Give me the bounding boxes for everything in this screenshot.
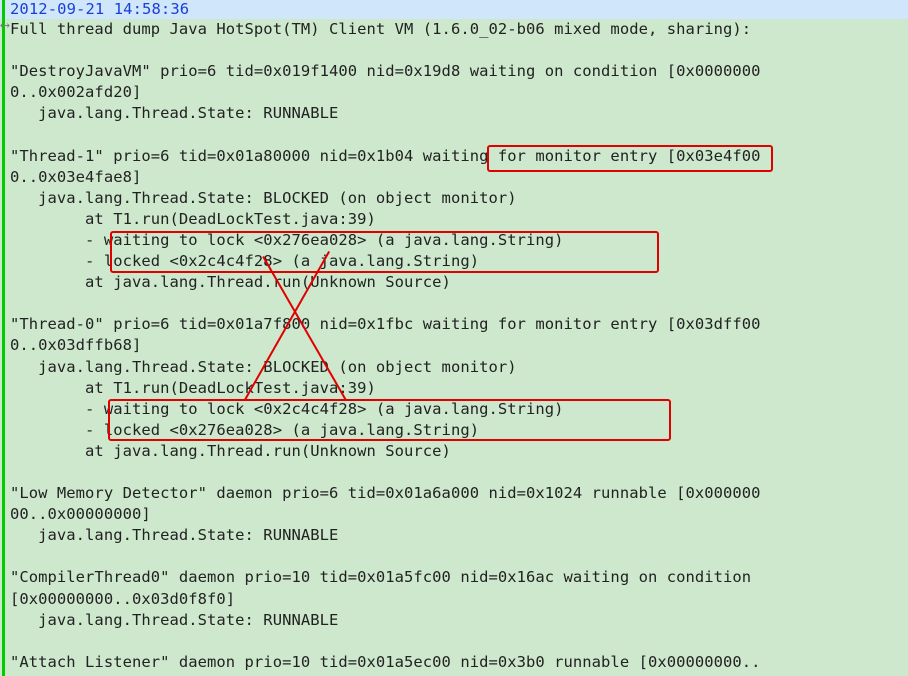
dump-line: java.lang.Thread.State: RUNNABLE — [10, 610, 339, 629]
dump-line: java.lang.Thread.State: BLOCKED (on obje… — [10, 357, 517, 376]
dump-line: 0..0x03dffb68] — [10, 336, 142, 355]
dump-line: java.lang.Thread.State: RUNNABLE — [10, 526, 339, 545]
dump-line: - locked <0x276ea028> (a java.lang.Strin… — [10, 420, 480, 439]
dump-line: 0..0x002afd20] — [10, 83, 142, 102]
dump-line: 00..0x00000000] — [10, 505, 151, 524]
dump-line — [10, 631, 908, 652]
dump-line — [10, 462, 908, 483]
caret-marker-icon: ⟷ — [1, 18, 9, 33]
dump-line: "Thread-0" prio=6 tid=0x01a7f800 nid=0x1… — [10, 315, 761, 334]
dump-line: "DestroyJavaVM" prio=6 tid=0x019f1400 ni… — [10, 62, 761, 81]
thread-dump-text: Full thread dump Java HotSpot(TM) Client… — [10, 19, 908, 673]
dump-line — [10, 40, 908, 61]
dump-line: at T1.run(DeadLockTest.java:39) — [10, 209, 376, 228]
dump-line: 0..0x03e4fae8] — [10, 167, 142, 186]
dump-line: "Attach Listener" daemon prio=10 tid=0x0… — [10, 652, 761, 671]
dump-line: at java.lang.Thread.run(Unknown Source) — [10, 441, 451, 460]
dump-line: "Thread-1" prio=6 tid=0x01a80000 nid=0x1… — [10, 146, 761, 165]
dump-line: at T1.run(DeadLockTest.java:39) — [10, 378, 376, 397]
dump-line: "CompilerThread0" daemon prio=10 tid=0x0… — [10, 568, 752, 587]
dump-line: at java.lang.Thread.run(Unknown Source) — [10, 273, 451, 292]
dump-line — [10, 124, 908, 145]
thread-dump-window: ⟷ 2012-09-21 14:58:36 Full thread dump J… — [0, 0, 908, 676]
timestamp-label: 2012-09-21 14:58:36 — [10, 0, 190, 18]
dump-line: - locked <0x2c4c4f28> (a java.lang.Strin… — [10, 252, 480, 271]
dump-line — [10, 546, 908, 567]
dump-line: - waiting to lock <0x2c4c4f28> (a java.l… — [10, 399, 564, 418]
left-gutter-bar — [2, 0, 5, 676]
dump-line: Full thread dump Java HotSpot(TM) Client… — [10, 20, 752, 38]
dump-line: java.lang.Thread.State: RUNNABLE — [10, 104, 339, 123]
dump-line: - waiting to lock <0x276ea028> (a java.l… — [10, 230, 564, 249]
dump-line: "Low Memory Detector" daemon prio=6 tid=… — [10, 484, 761, 503]
dump-line: [0x00000000..0x03d0f8f0] — [10, 589, 236, 608]
dump-line: java.lang.Thread.State: BLOCKED (on obje… — [10, 188, 517, 207]
dump-line — [10, 293, 908, 314]
